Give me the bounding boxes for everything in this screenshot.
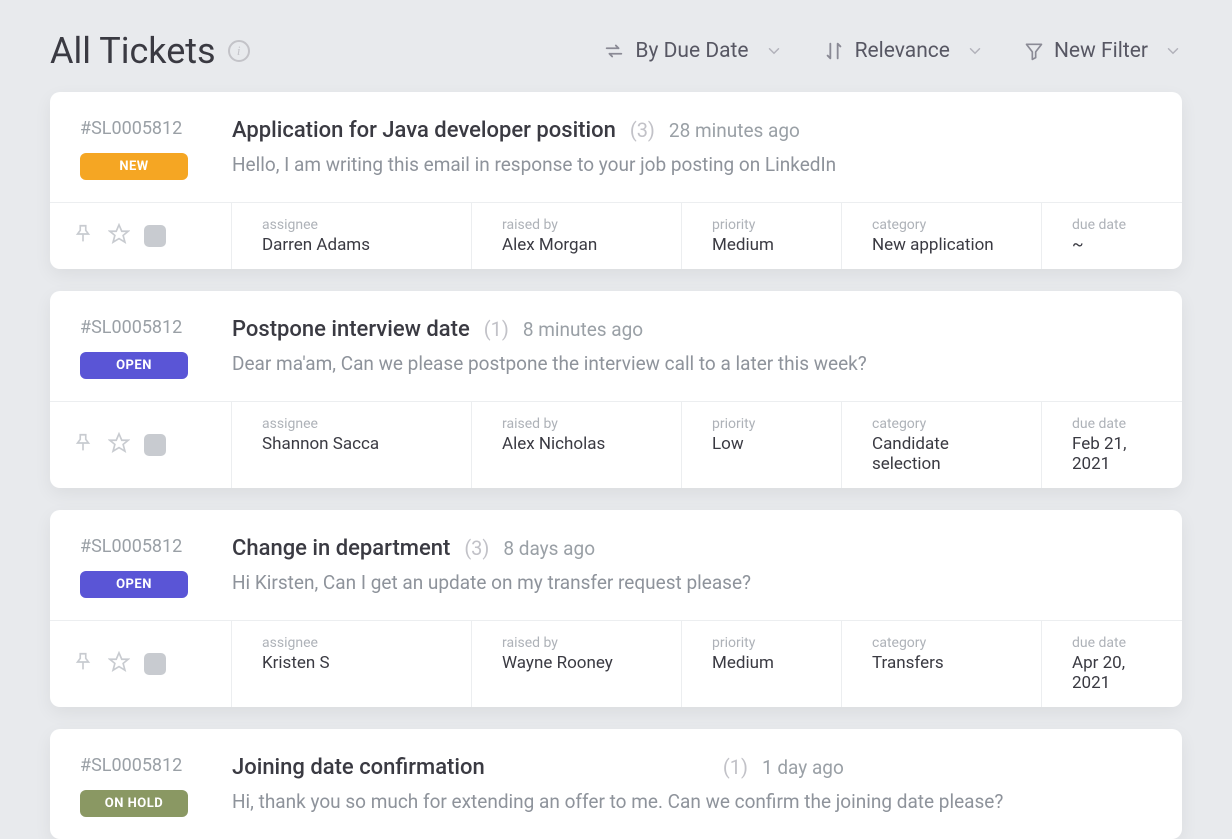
meta-label-priority: priority [712,416,821,432]
select-checkbox[interactable] [144,434,166,456]
meta-raised-by: Wayne Rooney [502,653,661,673]
meta-priority: Medium [712,653,821,673]
meta-raised-by: Alex Nicholas [502,434,661,454]
meta-label-priority: priority [712,635,821,651]
meta-label-raised-by: raised by [502,635,661,651]
sort-by-due-date[interactable]: By Due Date [603,39,782,63]
filter-label: New Filter [1054,39,1148,63]
sort-relevance[interactable]: Relevance [823,39,984,63]
ticket-preview: Hello, I am writing this email in respon… [232,153,1152,176]
ticket-id: #SL0005812 [80,118,210,139]
meta-raised-by: Alex Morgan [502,235,661,255]
chevron-down-icon [966,42,984,60]
page-title: All Tickets [50,30,216,72]
ticket-count: (3) [630,118,655,142]
ticket-preview: Hi Kirsten, Can I get an update on my tr… [232,571,1152,594]
meta-label-assignee: assignee [262,635,451,651]
page-header: All Tickets i By Due Date Relevance [0,0,1232,92]
swap-horizontal-icon [603,40,625,62]
ticket-card[interactable]: #SL0005812 NEW Application for Java deve… [50,92,1182,269]
meta-label-due-date: due date [1072,217,1162,233]
select-checkbox[interactable] [144,225,166,247]
ticket-count: (3) [464,536,489,560]
pin-icon[interactable] [72,651,94,677]
meta-label-due-date: due date [1072,635,1162,651]
meta-due-date: Feb 21, 2021 [1072,434,1162,474]
ticket-preview: Dear ma'am, Can we please postpone the i… [232,352,1152,375]
ticket-time: 8 days ago [503,537,595,560]
star-icon[interactable] [108,651,130,677]
ticket-card[interactable]: #SL0005812 ON HOLD Joining date confirma… [50,729,1182,839]
meta-label-raised-by: raised by [502,217,661,233]
ticket-title: Application for Java developer position [232,118,616,143]
meta-label-category: category [872,635,1021,651]
meta-label-priority: priority [712,217,821,233]
meta-priority: Low [712,434,821,454]
ticket-title: Change in department [232,536,450,561]
meta-label-assignee: assignee [262,416,451,432]
sort-vertical-icon [823,40,845,62]
meta-label-category: category [872,217,1021,233]
ticket-count: (1) [484,317,509,341]
meta-priority: Medium [712,235,821,255]
filter-icon [1024,41,1044,61]
meta-label-due-date: due date [1072,416,1162,432]
ticket-card[interactable]: #SL0005812 OPEN Change in department (3)… [50,510,1182,707]
ticket-time: 1 day ago [762,756,844,779]
meta-due-date: ~ [1072,235,1162,255]
star-icon[interactable] [108,432,130,458]
meta-category: Transfers [872,653,1021,673]
ticket-id: #SL0005812 [80,755,210,776]
ticket-title: Joining date confirmation [232,755,485,780]
meta-category: New application [872,235,1021,255]
meta-assignee: Darren Adams [262,235,451,255]
ticket-time: 8 minutes ago [523,318,643,341]
ticket-id: #SL0005812 [80,317,210,338]
pin-icon[interactable] [72,223,94,249]
filter-label: Relevance [855,39,950,63]
ticket-time: 28 minutes ago [669,119,800,142]
ticket-list: #SL0005812 NEW Application for Java deve… [0,92,1232,839]
status-badge: NEW [80,153,188,180]
meta-assignee: Shannon Sacca [262,434,451,454]
ticket-preview: Hi, thank you so much for extending an o… [232,790,1152,813]
meta-label-category: category [872,416,1021,432]
status-badge: OPEN [80,571,188,598]
chevron-down-icon [1164,42,1182,60]
ticket-count: (1) [723,755,748,779]
meta-category: Candidate selection [872,434,1021,474]
ticket-card[interactable]: #SL0005812 OPEN Postpone interview date … [50,291,1182,488]
info-icon[interactable]: i [228,40,250,62]
select-checkbox[interactable] [144,653,166,675]
chevron-down-icon [765,42,783,60]
new-filter[interactable]: New Filter [1024,39,1182,63]
star-icon[interactable] [108,223,130,249]
ticket-title: Postpone interview date [232,317,470,342]
ticket-id: #SL0005812 [80,536,210,557]
meta-due-date: Apr 20, 2021 [1072,653,1162,693]
filter-bar: By Due Date Relevance New Filter [603,39,1182,63]
meta-assignee: Kristen S [262,653,451,673]
filter-label: By Due Date [635,39,748,63]
status-badge: OPEN [80,352,188,379]
pin-icon[interactable] [72,432,94,458]
meta-label-raised-by: raised by [502,416,661,432]
status-badge: ON HOLD [80,790,188,817]
meta-label-assignee: assignee [262,217,451,233]
